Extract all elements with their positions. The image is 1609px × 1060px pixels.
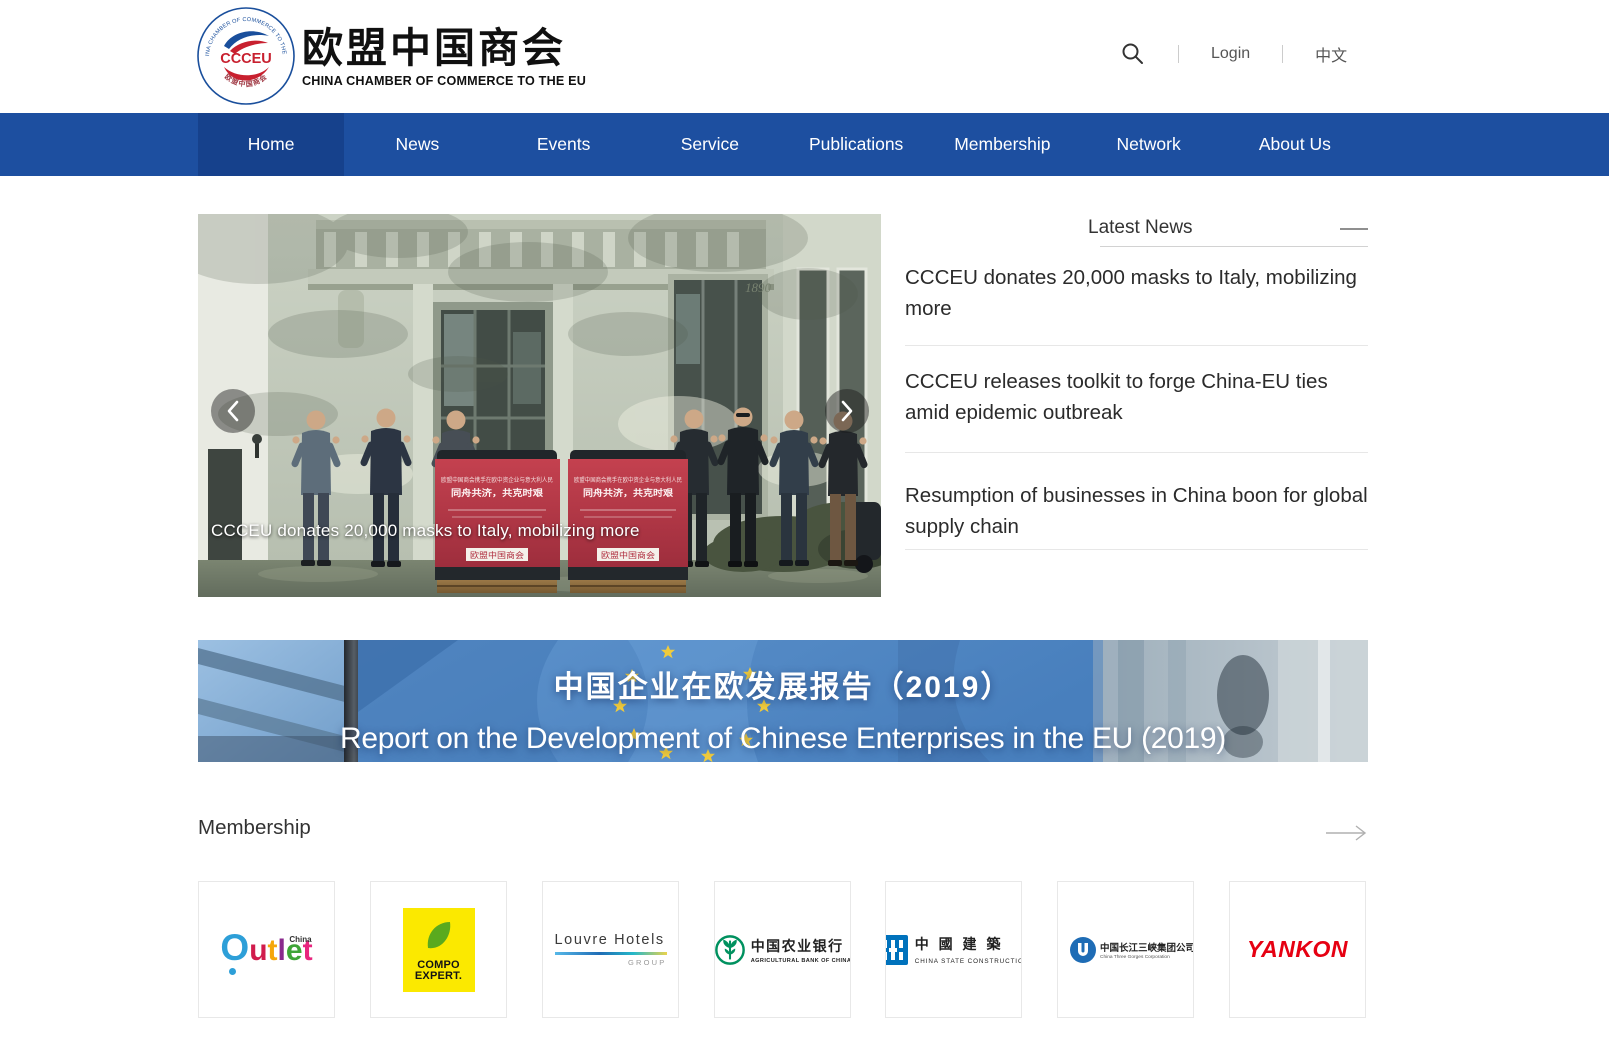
search-icon[interactable] [1120,41,1146,67]
louvre-hotels-logo: Louvre Hotels GROUP [555,932,667,967]
main-nav-items: Home News Events Service Publications Me… [198,113,1368,176]
pallet-banner-line1: 欧盟中国商会携手在欧中资企业与意大利人民 [574,476,682,484]
chevron-left-icon [225,399,241,423]
ccceu-homepage: CHINA CHAMBER OF COMMERCE TO THE EU 欧盟中国… [0,0,1609,1060]
site-name-en: CHINA CHAMBER OF COMMERCE TO THE EU [302,74,586,88]
member-logo-china-three-gorges[interactable]: 中国长江三峡集团公司 China Three Gorges Corporatio… [1057,881,1194,1018]
cscec-icon [885,935,908,965]
louvre-gradient-line [555,952,667,955]
building-year-inscription: 1890 [745,280,772,295]
logo-text: 欧盟中国商会 CHINA CHAMBER OF COMMERCE TO THE … [302,25,586,88]
ctg-icon [1070,937,1096,963]
site-logo[interactable]: CHINA CHAMBER OF COMMERCE TO THE EU 欧盟中国… [196,6,586,106]
leaf-icon [422,918,456,954]
latest-news-title: Latest News [1088,217,1193,239]
pallet-label: 欧盟中国商会 [470,550,524,560]
news-item-1[interactable]: CCCEU donates 20,000 masks to Italy, mob… [905,262,1368,324]
nav-item-home[interactable]: Home [198,113,344,176]
divider [1282,45,1283,63]
ctg-logo: 中国长江三峡集团公司 China Three Gorges Corporatio… [1070,937,1194,963]
nav-item-network[interactable]: Network [1076,113,1222,176]
site-name-cn: 欧盟中国商会 [302,25,586,71]
abc-wheat-icon [714,934,746,966]
nav-item-events[interactable]: Events [491,113,637,176]
report-title-cn: 中国企业在欧发展报告（2019） [198,662,1368,706]
news-item-2[interactable]: CCCEU releases toolkit to forge China-EU… [905,366,1368,428]
login-link[interactable]: Login [1211,45,1250,63]
chevron-right-icon [839,399,855,423]
nav-item-publications[interactable]: Publications [783,113,929,176]
member-logo-compo-expert[interactable]: COMPO EXPERT. [370,881,507,1018]
report-banner[interactable]: 中国企业在欧发展报告（2019） Report on the Developme… [198,640,1368,762]
pallet-banner-line1: 欧盟中国商会携手在欧中资企业与意大利人民 [441,476,553,484]
member-logo-yankon[interactable]: YANKON [1229,881,1366,1018]
divider [905,452,1368,453]
nav-item-news[interactable]: News [344,113,490,176]
news-item-3[interactable]: Resumption of businesses in China boon f… [905,480,1368,542]
latest-news-panel: Latest News CCCEU donates 20,000 masks t… [905,212,1368,602]
yankon-logo: YANKON [1247,936,1348,963]
pallet-banner-line2: 同舟共济，共克时艰 [451,487,544,498]
outlet-logo: Outlet China [220,933,312,966]
carousel-caption: CCCEU donates 20,000 masks to Italy, mob… [211,521,866,541]
divider [905,345,1368,346]
cscec-logo: 中 國 建 築 CHINA STATE CONSTRUCTION [885,934,1022,965]
divider [1178,45,1179,63]
carousel-prev-button[interactable] [211,389,255,433]
report-title-en: Report on the Development of Chinese Ent… [198,722,1368,756]
nav-item-membership[interactable]: Membership [929,113,1075,176]
membership-more-arrow-icon[interactable] [1324,824,1368,842]
nav-item-about-us[interactable]: About Us [1222,113,1368,176]
member-logo-outlet-china[interactable]: Outlet China [198,881,335,1018]
member-logo-louvre-hotels[interactable]: Louvre Hotels GROUP [542,881,679,1018]
pallet-banner-line2: 同舟共济，共克时艰 [583,487,674,498]
site-header: CHINA CHAMBER OF COMMERCE TO THE EU 欧盟中国… [0,0,1609,113]
carousel-next-button[interactable] [825,389,869,433]
pallet-label: 欧盟中国商会 [601,550,655,560]
header-utility-bar: Login 中文 [1120,40,1347,68]
compo-expert-logo: COMPO EXPERT. [403,908,475,992]
badge-center-text: CCCEU [220,51,272,67]
latest-news-underline [1100,246,1368,247]
member-logo-china-state-construction[interactable]: 中 國 建 築 CHINA STATE CONSTRUCTION [885,881,1022,1018]
main-nav: Home News Events Service Publications Me… [0,113,1609,176]
language-switch[interactable]: 中文 [1315,42,1347,66]
membership-section-title: Membership [198,816,311,840]
outlet-dot [229,968,236,975]
abc-logo: 中国农业银行 AGRICULTURAL BANK OF CHINA [714,934,851,966]
member-logo-agricultural-bank-of-china[interactable]: 中国农业银行 AGRICULTURAL BANK OF CHINA [714,881,851,1018]
nav-item-service[interactable]: Service [637,113,783,176]
ccceu-badge-icon: CHINA CHAMBER OF COMMERCE TO THE EU 欧盟中国… [196,6,296,106]
divider [905,549,1368,550]
latest-news-accent-dash [1340,228,1368,230]
hero-carousel[interactable]: 1890 [198,214,881,597]
